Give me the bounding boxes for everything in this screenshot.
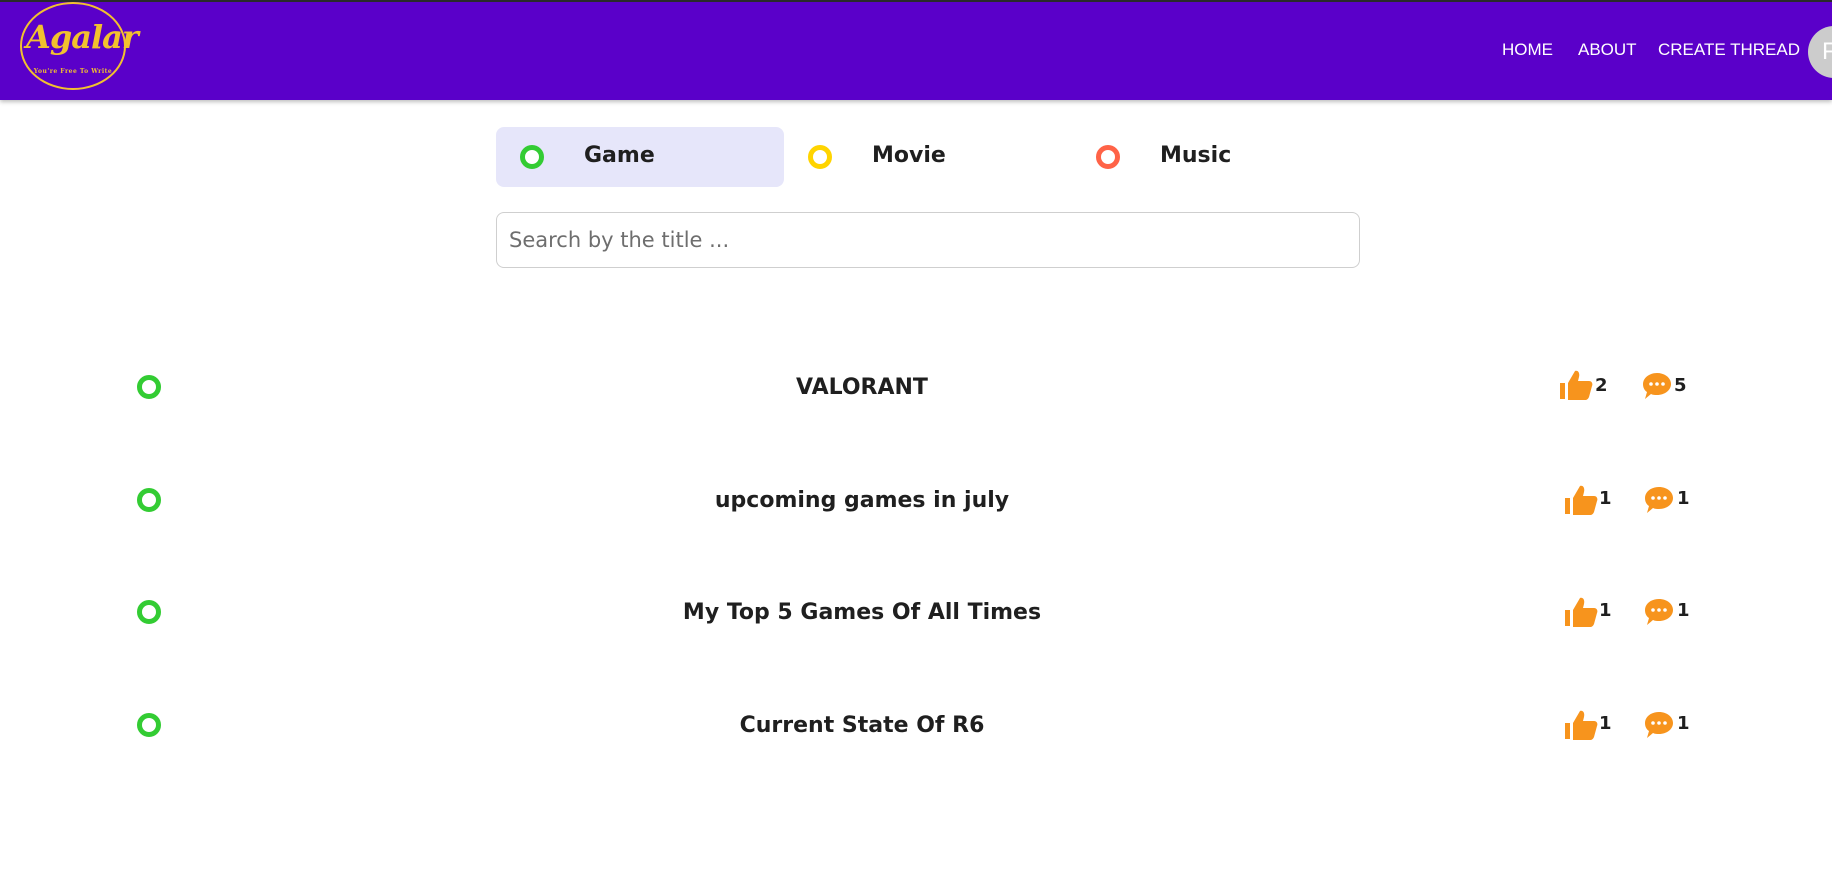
like-count: 1 (1599, 488, 1612, 509)
like-count: 1 (1599, 713, 1612, 734)
comment-count: 1 (1677, 600, 1690, 621)
category-dot-icon (808, 145, 832, 169)
category-dot-icon (1096, 145, 1120, 169)
top-border-line (0, 0, 1832, 2)
speech-bubble-icon[interactable] (1641, 371, 1673, 401)
logo-tagline: You're Free To Write (33, 68, 113, 75)
like-count: 1 (1599, 600, 1612, 621)
thumbs-up-icon[interactable] (1563, 709, 1599, 741)
nav-create-thread-link[interactable]: CREATE THREAD (1658, 40, 1800, 60)
category-tab-music[interactable]: Music (1072, 127, 1360, 187)
like-count: 2 (1595, 375, 1608, 396)
thread-row[interactable]: My Top 5 Games Of All Times 1 1 (0, 597, 1832, 660)
comment-count: 1 (1677, 488, 1690, 509)
speech-bubble-icon[interactable] (1643, 710, 1675, 740)
category-dot-icon (137, 713, 161, 737)
thumbs-up-icon[interactable] (1563, 484, 1599, 516)
category-label: Movie (872, 143, 946, 168)
comment-count: 1 (1677, 713, 1690, 734)
thumbs-up-icon[interactable] (1558, 369, 1594, 401)
user-avatar[interactable]: F (1808, 26, 1832, 78)
category-tab-game[interactable]: Game (496, 127, 784, 187)
category-dot-icon (137, 600, 161, 624)
category-dot-icon (137, 488, 161, 512)
thread-row[interactable]: Current State Of R6 1 1 (0, 710, 1832, 773)
thread-row[interactable]: upcoming games in july 1 1 (0, 485, 1832, 548)
thread-title[interactable]: upcoming games in july (562, 488, 1162, 513)
thread-title[interactable]: My Top 5 Games Of All Times (562, 600, 1162, 625)
nav-about-link[interactable]: ABOUT (1578, 40, 1637, 60)
nav-home-link[interactable]: HOME (1502, 40, 1553, 60)
thread-row[interactable]: VALORANT 2 5 (0, 370, 1832, 435)
category-label: Game (584, 143, 655, 168)
search-input[interactable] (496, 212, 1360, 268)
thumbs-up-icon[interactable] (1563, 596, 1599, 628)
top-navbar: Agalar You're Free To Write HOME ABOUT C… (0, 0, 1832, 100)
thread-title[interactable]: VALORANT (562, 375, 1162, 400)
speech-bubble-icon[interactable] (1643, 597, 1675, 627)
category-dot-icon (520, 145, 544, 169)
comment-count: 5 (1674, 375, 1687, 396)
category-label: Music (1160, 143, 1232, 168)
category-dot-icon (137, 375, 161, 399)
thread-title[interactable]: Current State Of R6 (562, 713, 1162, 738)
speech-bubble-icon[interactable] (1643, 485, 1675, 515)
category-tab-movie[interactable]: Movie (784, 127, 1072, 187)
agalar-logo[interactable]: Agalar You're Free To Write (20, 2, 139, 90)
logo-text: Agalar (26, 18, 139, 56)
